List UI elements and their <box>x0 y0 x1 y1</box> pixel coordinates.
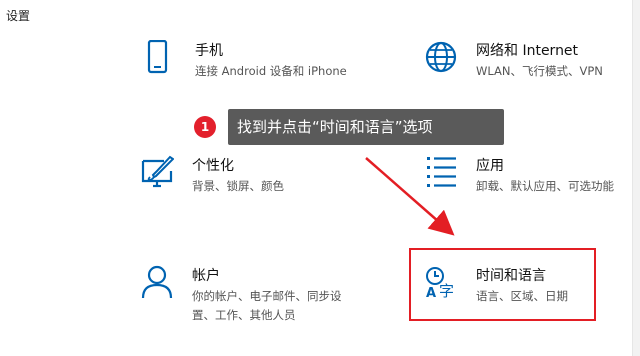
scrollbar-track[interactable] <box>632 0 640 356</box>
highlight-box <box>409 248 596 321</box>
